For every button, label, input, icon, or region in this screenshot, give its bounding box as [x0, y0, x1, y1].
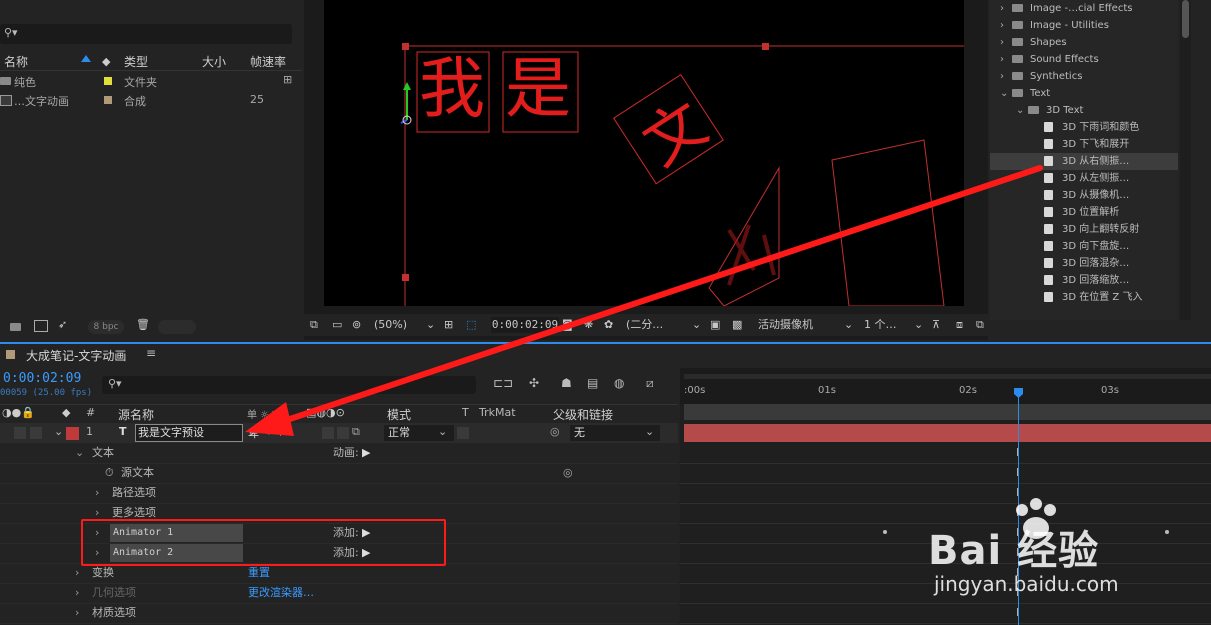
watermark-brand: Bai 经验	[928, 528, 1100, 574]
watermark-url: jingyan.baidu.com	[934, 572, 1119, 596]
watermark: Bai 经验 jingyan.baidu.com	[928, 496, 1208, 606]
